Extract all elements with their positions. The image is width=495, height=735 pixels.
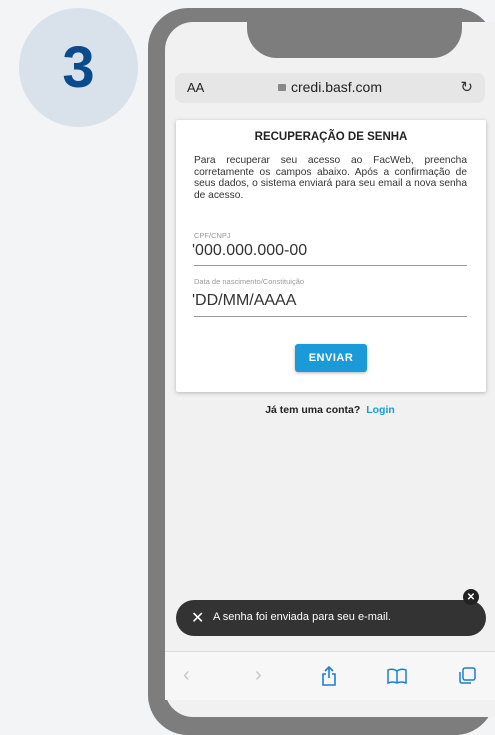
browser-toolbar: ‹ › [165,651,495,700]
back-icon[interactable]: ‹ [183,664,190,687]
url-display[interactable]: credi.basf.com [175,79,485,95]
birthdate-label: Data de nascimento/Constituição [194,277,305,286]
share-icon[interactable] [321,665,337,692]
close-icon[interactable]: ✕ [463,589,479,605]
forward-icon[interactable]: › [255,664,262,687]
card-title: RECUPERAÇÃO DE SENHA [254,131,408,143]
step-number: 3 [62,34,95,100]
login-link[interactable]: Login [366,404,395,416]
tabs-icon[interactable] [459,667,476,690]
step-badge: 3 [19,8,138,127]
birthdate-underline [194,316,467,317]
reload-icon[interactable]: ↻ [460,78,473,96]
login-prompt-text: Já tem uma conta? [265,404,361,416]
password-recovery-card: RECUPERAÇÃO DE SENHA Para recuperar seu … [176,120,486,392]
cpf-label: CPF/CNPJ [194,231,231,240]
submit-button[interactable]: ENVIAR [295,344,367,372]
birthdate-input[interactable]: 'DD/MM/AAAA [192,292,296,310]
phone-notch [247,8,462,58]
lock-icon [277,84,286,91]
url-text: credi.basf.com [290,79,383,95]
card-description: Para recuperar seu acesso ao FacWeb, pre… [194,155,467,201]
bookmarks-icon[interactable] [387,667,407,690]
cpf-input[interactable]: '000.000.000-00 [192,242,307,260]
address-bar[interactable]: AA credi.basf.com ↻ [175,73,485,103]
login-prompt: Já tem uma conta? Login [165,404,495,416]
toast-notification: ✕ A senha foi enviada para seu e-mail. [176,600,486,636]
toast-message: A senha foi enviada para seu e-mail. [213,611,391,623]
cpf-underline [194,265,467,266]
toast-x-icon: ✕ [191,610,205,627]
